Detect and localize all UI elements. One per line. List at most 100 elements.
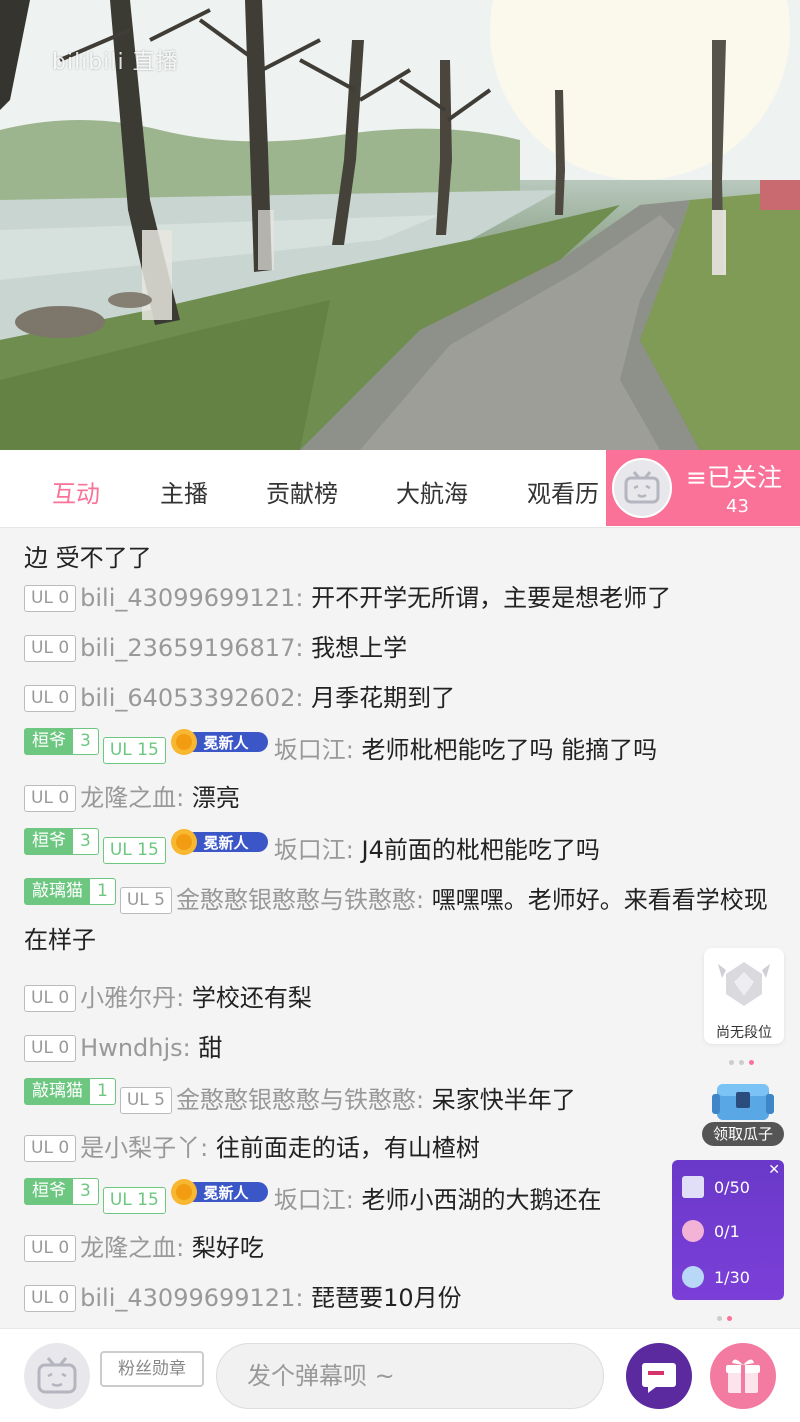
task-idol-icon	[682, 1266, 704, 1288]
medal-level: 1	[90, 1079, 115, 1104]
fan-medal: 桓爷 3	[24, 828, 99, 855]
danmaku-input[interactable]: 发个弹幕呗 ~	[216, 1343, 604, 1409]
task-progress: 0/1	[714, 1222, 740, 1241]
fan-medal: 敲璃猫 1	[24, 878, 116, 905]
close-icon[interactable]: ✕	[768, 1162, 780, 1178]
danmaku-skin-icon	[642, 1363, 676, 1393]
message-text: 甜	[198, 1034, 223, 1062]
task-progress: 1/30	[714, 1268, 750, 1287]
treasure-chest-button[interactable]: 领取瓜子	[702, 1074, 784, 1146]
user-level-badge: UL 0	[24, 985, 77, 1012]
message-text: 月季花期到了	[311, 684, 456, 712]
task-row-1: 0/50	[682, 1176, 750, 1198]
tab-history[interactable]: 观看历	[527, 474, 599, 509]
username[interactable]: 坂口江:	[274, 736, 354, 764]
user-level-badge: UL 0	[24, 1035, 77, 1062]
follower-count: 43	[726, 496, 749, 517]
tab-contribution[interactable]: 贡献榜	[266, 474, 338, 509]
tab-guard[interactable]: 大航海	[396, 474, 468, 509]
gift-icon	[726, 1359, 760, 1393]
chat-message[interactable]: 桓爷 3 UL 15 冕新人 坂口江: 老师小西湖的大鹅还在	[24, 1178, 784, 1220]
chat-message[interactable]: UL 0 bili_43099699121: 琵琶要10月份	[24, 1278, 784, 1318]
message-text: 往前面走的话，有山楂树	[215, 1134, 480, 1162]
username[interactable]: 坂口江:	[274, 836, 354, 864]
chat-message[interactable]: 桓爷 3 UL 15 冕新人 坂口江: J4前面的枇杷能吃了吗	[24, 828, 784, 870]
rank-pager-dots	[729, 1050, 769, 1065]
title-badge: 冕新人	[170, 1178, 268, 1206]
user-level-badge: UL 0	[24, 1135, 77, 1162]
message-text: 边 受不了了	[24, 544, 152, 572]
follow-button[interactable]: ≡已关注 43	[606, 450, 800, 526]
medal-name: 桓爷	[32, 731, 66, 751]
tab-streamer[interactable]: 主播	[160, 474, 208, 509]
chat-message[interactable]: UL 0 bili_43099699121: 开不开学无所谓，主要是想老师了	[24, 578, 784, 618]
medal-level: 3	[73, 729, 98, 754]
message-text: 琵琶要10月份	[311, 1284, 462, 1312]
bilibili-live-logo: bilibili 直播	[52, 50, 179, 75]
chat-message[interactable]: UL 0 bili_64053392602: 月季花期到了	[24, 678, 784, 718]
fan-medal: 桓爷 3	[24, 1178, 99, 1205]
user-level-badge: UL 5	[119, 887, 172, 914]
username[interactable]: 龙隆之血:	[80, 784, 184, 812]
user-level-badge: UL 0	[24, 685, 77, 712]
task-panel[interactable]: ✕ 0/50 0/1 1/30	[672, 1160, 784, 1300]
medal-name: 桓爷	[32, 831, 66, 851]
username[interactable]: 金憨憨银憨憨与铁憨憨:	[176, 1086, 424, 1114]
chat-message[interactable]: UL 0 bili_23659196817: 我想上学	[24, 628, 784, 668]
streamer-avatar[interactable]	[612, 458, 672, 518]
rank-label: 尚无段位	[716, 1025, 772, 1041]
username[interactable]: 小雅尔丹:	[80, 984, 184, 1012]
chat-message[interactable]: 桓爷 3 UL 15 冕新人 坂口江: 老师枇杷能吃了吗 能摘了吗	[24, 728, 784, 770]
medal-name: 敲璃猫	[32, 881, 83, 901]
title-badge-text: 冕新人	[203, 834, 249, 852]
message-text: 学校还有梨	[191, 984, 312, 1012]
medal-level: 1	[90, 879, 115, 904]
chat-message[interactable]: UL 0 龙隆之血: 漂亮	[24, 778, 784, 818]
username[interactable]: bili_23659196817:	[80, 634, 303, 662]
username[interactable]: bili_43099699121:	[80, 584, 303, 612]
rank-widget[interactable]: 尚无段位	[704, 948, 784, 1044]
user-level-badge: UL 15	[102, 837, 166, 864]
medal-name: 桓爷	[32, 1181, 66, 1201]
fans-medal-button[interactable]: 粉丝勋章	[100, 1351, 204, 1387]
username[interactable]: 坂口江:	[274, 1186, 354, 1214]
message-text: 呆家快半年了	[431, 1086, 576, 1114]
chat-message[interactable]: 敲璃猫 1 UL 5 金憨憨银憨憨与铁憨憨: 呆家快半年了	[24, 1078, 784, 1120]
username[interactable]: bili_43099699121:	[80, 1284, 303, 1312]
medal-level: 3	[73, 1179, 98, 1204]
username[interactable]: 是小梨子丫:	[80, 1134, 208, 1162]
user-level-badge: UL 15	[102, 737, 166, 764]
message-text: 老师枇杷能吃了吗 能摘了吗	[361, 736, 658, 764]
title-badge: 冕新人	[170, 728, 268, 756]
claim-seeds-label: 领取瓜子	[702, 1122, 784, 1146]
treasure-chest-icon	[712, 1084, 774, 1120]
username[interactable]: 金憨憨银憨憨与铁憨憨:	[176, 886, 424, 914]
title-badge-text: 冕新人	[203, 734, 249, 752]
task-row-3: 1/30	[682, 1266, 750, 1288]
user-level-badge: UL 5	[119, 1087, 172, 1114]
chat-message[interactable]: UL 0 是小梨子丫: 往前面走的话，有山楂树	[24, 1128, 784, 1168]
user-avatar[interactable]	[24, 1343, 90, 1409]
tv-avatar-icon	[37, 1357, 77, 1394]
live-video[interactable]: bilibili 直播	[0, 0, 800, 450]
danmaku-skin-button[interactable]	[626, 1343, 692, 1409]
message-text: 我想上学	[311, 634, 408, 662]
task-ticket-icon	[682, 1176, 704, 1198]
user-level-badge: UL 0	[24, 585, 77, 612]
fan-medal: 桓爷 3	[24, 728, 99, 755]
chat-message[interactable]: UL 0 Hwndhjs: 甜	[24, 1028, 784, 1068]
fan-medal: 敲璃猫 1	[24, 1078, 116, 1105]
username[interactable]: 龙隆之血:	[80, 1234, 184, 1262]
tab-interaction[interactable]: 互动	[52, 474, 100, 509]
medal-level: 3	[73, 829, 98, 854]
user-level-badge: UL 0	[24, 785, 77, 812]
username[interactable]: Hwndhjs:	[80, 1034, 191, 1062]
bottom-bar: 粉丝勋章 发个弹幕呗 ~	[0, 1328, 800, 1422]
gift-button[interactable]	[710, 1343, 776, 1409]
chat-message[interactable]: UL 0 龙隆之血: 梨好吃	[24, 1228, 784, 1268]
username[interactable]: bili_64053392602:	[80, 684, 303, 712]
task-row-2: 0/1	[682, 1220, 740, 1242]
chat-message[interactable]: UL 0 小雅尔丹: 学校还有梨	[24, 978, 784, 1018]
task-character-icon	[682, 1220, 704, 1242]
chat-message[interactable]: 敲璃猫 1 UL 5 金憨憨银憨憨与铁憨憨: 嘿嘿嘿。老师好。来看看学校现在样子	[24, 878, 784, 960]
